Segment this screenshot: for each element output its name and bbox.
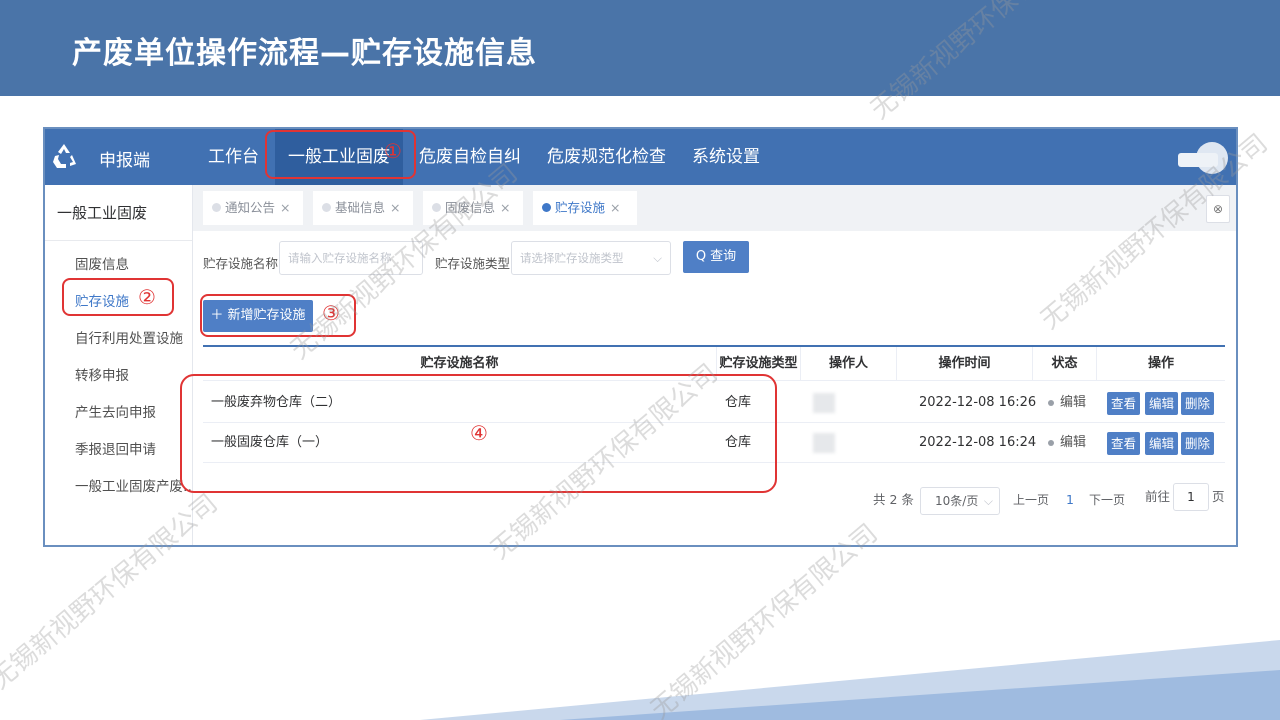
status-text: 编辑	[1060, 395, 1087, 410]
next-page-button[interactable]: 下一页	[1089, 485, 1125, 515]
add-storage-facility-button[interactable]: ＋ 新增贮存设施	[203, 300, 313, 332]
annotation-number-2: ②	[138, 285, 156, 309]
pagination-total: 共 2 条	[873, 492, 914, 507]
app-name: 申报端	[99, 151, 150, 171]
tab-dot	[212, 203, 221, 212]
page-size-select[interactable]: 10条/页 ⌵	[920, 487, 1000, 515]
column-header-operator: 操作人	[801, 347, 897, 381]
cell-time: 2022-12-08 16:24	[919, 435, 1037, 450]
page-size-value: 10条/页	[935, 494, 979, 508]
sidebar-menu: 固废信息 贮存设施 自行利用处置设施 转移申报 产生去向申报 季报退回申请 一般…	[45, 241, 192, 506]
sidebar-title: 一般工业固废	[45, 185, 192, 241]
recycle-icon	[53, 144, 76, 168]
column-header-name: 贮存设施名称	[203, 347, 717, 381]
sidebar-item-self-disposal-facility[interactable]: 自行利用处置设施	[45, 321, 192, 358]
column-header-type: 贮存设施类型	[717, 347, 801, 381]
delete-button[interactable]: 删除	[1181, 432, 1215, 455]
table-header: 贮存设施名称 贮存设施类型 操作人 操作时间 状态 操作	[203, 345, 1225, 381]
tab-close-icon[interactable]: ×	[500, 200, 510, 215]
view-button[interactable]: 查看	[1107, 432, 1141, 455]
column-header-time: 操作时间	[897, 347, 1033, 381]
main-content: 通知公告 × 基础信息 × 固废信息 × 贮存设施 × ⊗ 贮存设施名称 请输入贮存设施…	[193, 185, 1236, 545]
nav-item-workbench[interactable]: 工作台	[195, 129, 272, 185]
sidebar: 一般工业固废 固废信息 贮存设施 自行利用处置设施 转移申报 产生去向申报 季报…	[45, 185, 193, 545]
slide-title: 产废单位操作流程—贮存设施信息	[72, 36, 537, 71]
table-row: 一般固废仓库（一） 仓库 2022-12-08 16:24 编辑 查看 编辑 删…	[203, 423, 1225, 463]
cell-operator-blurred	[813, 393, 835, 413]
view-button[interactable]: 查看	[1107, 392, 1141, 415]
cell-time: 2022-12-08 16:26	[919, 395, 1037, 410]
tabs-bar: 通知公告 × 基础信息 × 固废信息 × 贮存设施 × ⊗	[193, 185, 1236, 231]
tab-close-icon[interactable]: ×	[280, 200, 290, 215]
annotation-number-4: ④	[470, 421, 488, 445]
cell-name: 一般固废仓库（一）	[211, 435, 329, 450]
cell-status: 编辑	[1048, 383, 1086, 423]
sidebar-item-storage-facility[interactable]: 贮存设施	[45, 284, 192, 321]
goto-suffix: 页	[1212, 489, 1225, 504]
cell-status: 编辑	[1048, 423, 1086, 463]
tab-close-icon[interactable]: ×	[610, 200, 620, 215]
user-avatar-icon[interactable]	[1172, 139, 1228, 177]
nav-item-hazardous-standard-check[interactable]: 危废规范化检查	[534, 129, 679, 185]
tab-label: 基础信息	[335, 200, 386, 215]
storage-name-input[interactable]: 请输入贮存设施名称	[279, 241, 423, 275]
status-dot	[1048, 439, 1054, 446]
storage-type-placeholder: 请选择贮存设施类型	[520, 251, 624, 265]
column-header-status: 状态	[1033, 347, 1097, 381]
cell-type: 仓库	[725, 395, 752, 410]
close-all-tabs-icon[interactable]: ⊗	[1206, 195, 1230, 223]
chevron-down-icon: ⌵	[983, 494, 993, 508]
edit-button[interactable]: 编辑	[1145, 392, 1179, 415]
column-header-actions: 操作	[1147, 356, 1174, 371]
cell-type: 仓库	[725, 435, 752, 450]
status-dot	[1048, 399, 1054, 406]
tab-storage-facility[interactable]: 贮存设施 ×	[533, 191, 637, 225]
tab-label: 通知公告	[225, 200, 276, 215]
storage-name-label: 贮存设施名称	[203, 256, 279, 271]
query-button[interactable]: Q 查询	[683, 241, 749, 273]
sidebar-item-waste-producer[interactable]: 一般工业固废产废…	[45, 469, 192, 506]
delete-button[interactable]: 删除	[1181, 392, 1215, 415]
top-nav-bar: 申报端 工作台 一般工业固废 危废自检自纠 危废规范化检查 系统设置	[45, 129, 1236, 185]
tab-notice[interactable]: 通知公告 ×	[203, 191, 303, 225]
prev-page-button[interactable]: 上一页	[1013, 485, 1049, 515]
cell-name: 一般废弃物仓库（二）	[211, 395, 342, 410]
sidebar-item-quarterly-return[interactable]: 季报退回申请	[45, 432, 192, 469]
tab-waste-info[interactable]: 固废信息 ×	[423, 191, 523, 225]
main-nav: 工作台 一般工业固废 危废自检自纠 危废规范化检查 系统设置	[195, 129, 773, 185]
table-row: 一般废弃物仓库（二） 仓库 2022-12-08 16:26 编辑 查看 编辑 …	[203, 383, 1225, 423]
sidebar-item-transfer-declaration[interactable]: 转移申报	[45, 358, 192, 395]
slide-header: 产废单位操作流程—贮存设施信息	[0, 0, 1280, 96]
app-window: 申报端 工作台 一般工业固废 危废自检自纠 危废规范化检查 系统设置 一般工业固…	[43, 127, 1238, 547]
nav-item-system-settings[interactable]: 系统设置	[679, 129, 773, 185]
cell-operator-blurred	[813, 433, 835, 453]
page-number-current[interactable]: 1	[1066, 485, 1074, 515]
tab-label: 固废信息	[445, 200, 496, 215]
sidebar-item-destination-declaration[interactable]: 产生去向申报	[45, 395, 192, 432]
tab-dot	[432, 203, 441, 212]
storage-type-select[interactable]: 请选择贮存设施类型 ⌵	[511, 241, 671, 275]
goto-page-input[interactable]: 1	[1173, 483, 1209, 511]
tab-dot	[322, 203, 331, 212]
sidebar-item-waste-info[interactable]: 固废信息	[45, 247, 192, 284]
tab-dot	[542, 203, 551, 212]
goto-label: 前往	[1145, 489, 1171, 504]
tab-basic-info[interactable]: 基础信息 ×	[313, 191, 413, 225]
tab-label: 贮存设施	[555, 200, 606, 215]
tab-close-icon[interactable]: ×	[390, 200, 400, 215]
chevron-down-icon: ⌵	[653, 251, 662, 265]
nav-item-hazardous-self-check[interactable]: 危废自检自纠	[406, 129, 534, 185]
watermark-text: 无锡新视野环保有限公司	[645, 519, 883, 720]
annotation-number-1: ①	[384, 139, 402, 163]
status-text: 编辑	[1060, 435, 1087, 450]
annotation-number-3: ③	[322, 301, 340, 325]
storage-type-label: 贮存设施类型	[435, 256, 511, 271]
edit-button[interactable]: 编辑	[1145, 432, 1179, 455]
